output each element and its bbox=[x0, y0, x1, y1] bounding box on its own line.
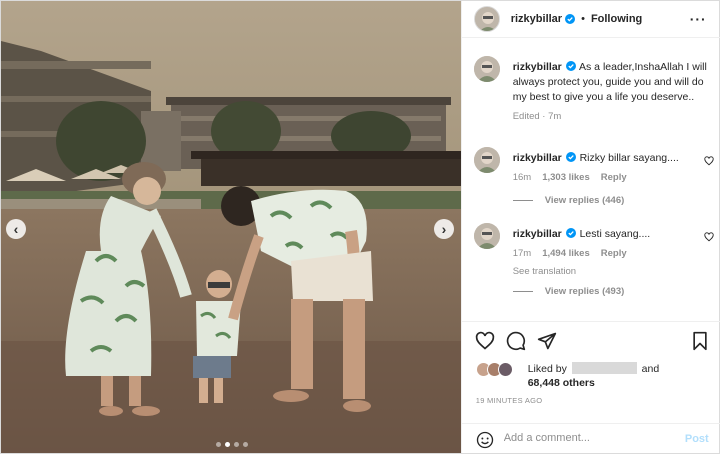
instagram-post: ‹ › rizkybillar • Following ··· rizkybil… bbox=[0, 0, 720, 454]
avatar[interactable] bbox=[473, 56, 500, 82]
avatar bbox=[497, 362, 513, 377]
view-replies-button[interactable]: View replies (446) bbox=[512, 195, 625, 206]
view-replies-label: View replies (446) bbox=[544, 195, 625, 206]
reply-button[interactable]: Reply bbox=[601, 170, 627, 185]
comment-text: Lesti sayang.... bbox=[579, 228, 651, 240]
view-replies-label: View replies (493) bbox=[544, 286, 625, 297]
like-heart-icon[interactable] bbox=[475, 331, 495, 351]
comment-bubble-icon[interactable] bbox=[506, 331, 526, 351]
liked-by-prefix: Liked by bbox=[527, 363, 567, 375]
post-side-panel: rizkybillar • Following ··· rizkybillar … bbox=[460, 1, 720, 453]
carousel-dot bbox=[216, 442, 221, 447]
heart-outline-icon[interactable] bbox=[704, 232, 714, 242]
view-replies-button[interactable]: View replies (493) bbox=[512, 286, 625, 297]
emoji-icon[interactable] bbox=[476, 431, 494, 449]
caption-meta: Edited · 7m bbox=[513, 109, 708, 124]
heart-outline-icon[interactable] bbox=[704, 156, 714, 166]
blurred-username bbox=[571, 362, 637, 374]
username-link[interactable]: rizkybillar bbox=[513, 61, 562, 73]
reply-button[interactable]: Reply bbox=[601, 246, 627, 261]
post-header: rizkybillar • Following ··· bbox=[461, 1, 720, 38]
avatar[interactable] bbox=[473, 223, 500, 249]
comment-likes-link[interactable]: 1,303 likes bbox=[542, 170, 590, 185]
avatar[interactable] bbox=[473, 147, 500, 173]
comment-input[interactable] bbox=[503, 432, 674, 444]
username-link[interactable]: rizkybillar bbox=[513, 228, 562, 240]
chevron-left-icon: ‹ bbox=[13, 221, 19, 237]
share-paper-plane-icon[interactable] bbox=[537, 331, 557, 351]
see-translation-link[interactable]: See translation bbox=[513, 264, 708, 279]
chevron-right-icon: › bbox=[441, 221, 447, 237]
likes-count-link[interactable]: 68,448 others bbox=[528, 377, 595, 389]
liked-by-text: Liked by and 68,448 others bbox=[528, 362, 718, 390]
comment-age: 16m bbox=[512, 172, 532, 183]
divider-line bbox=[512, 291, 533, 292]
beach-family-photo bbox=[1, 1, 461, 453]
verified-badge-icon bbox=[565, 152, 576, 162]
carousel-dot bbox=[234, 442, 239, 447]
edited-timestamp: Edited · 7m bbox=[512, 111, 562, 122]
comment-text: Rizky billar sayang.... bbox=[579, 152, 679, 164]
separator-dot: • bbox=[581, 13, 585, 25]
liker-avatars[interactable] bbox=[475, 362, 520, 378]
post-comment-button[interactable]: Post bbox=[685, 433, 709, 445]
verified-badge-icon bbox=[565, 61, 576, 71]
post-actions-bar bbox=[461, 321, 720, 359]
add-comment-bar: Post bbox=[461, 423, 720, 453]
avatar[interactable] bbox=[473, 6, 500, 32]
post-photo[interactable]: ‹ › bbox=[1, 1, 461, 453]
username-link[interactable]: rizkybillar bbox=[511, 13, 562, 25]
carousel-dot bbox=[243, 442, 248, 447]
save-bookmark-icon[interactable] bbox=[690, 331, 710, 351]
username-link[interactable]: rizkybillar bbox=[513, 152, 562, 164]
carousel-indicator bbox=[216, 442, 248, 447]
comment-age: 17m bbox=[512, 248, 532, 259]
more-horizontal-icon[interactable]: ··· bbox=[690, 11, 707, 27]
carousel-dot-active bbox=[225, 442, 230, 447]
comment-likes-link[interactable]: 1,494 likes bbox=[542, 246, 590, 261]
liked-by-conj: and bbox=[641, 363, 660, 375]
following-button[interactable]: Following bbox=[591, 13, 642, 25]
next-photo-button[interactable]: › bbox=[434, 219, 454, 239]
verified-badge-icon bbox=[565, 228, 576, 238]
post-timestamp[interactable]: 19 MINUTES AGO bbox=[476, 396, 543, 405]
comments-list[interactable]: rizkybillar As a leader,InshaAllah I wil… bbox=[462, 39, 720, 321]
verified-badge-icon bbox=[565, 14, 576, 24]
previous-photo-button[interactable]: ‹ bbox=[6, 219, 26, 239]
divider-line bbox=[512, 200, 533, 201]
likes-summary: Liked by and 68,448 others bbox=[475, 361, 718, 391]
